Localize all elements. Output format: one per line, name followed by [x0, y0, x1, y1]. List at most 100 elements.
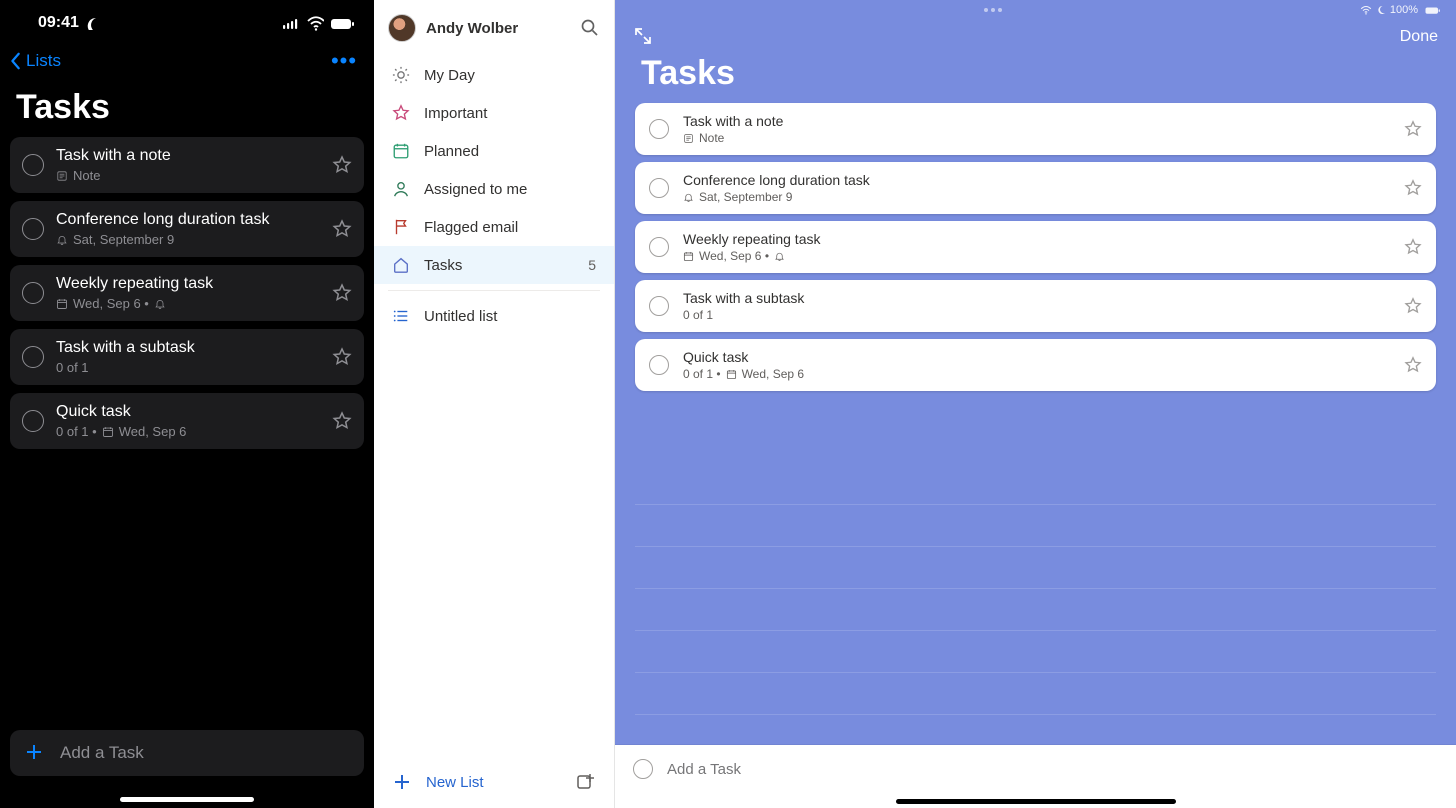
add-task-input[interactable]: Add a Task — [615, 745, 1456, 793]
sidebar-item-assigned to me[interactable]: Assigned to me — [374, 170, 614, 208]
wifi-icon — [306, 15, 324, 31]
star-icon[interactable] — [332, 283, 352, 303]
calendar-icon — [726, 369, 737, 380]
complete-toggle[interactable] — [649, 296, 669, 316]
calendar-icon — [56, 298, 68, 310]
flag-icon — [392, 218, 410, 236]
task-sub-text: Note — [73, 168, 100, 183]
task-sub-text: 0 of 1 • — [56, 424, 97, 439]
task-row[interactable]: Quick task 0 of 1 • Wed, Sep 6 — [10, 393, 364, 449]
sidebar-item-label: Planned — [424, 143, 479, 160]
star-icon[interactable] — [1404, 356, 1422, 374]
star-icon[interactable] — [332, 411, 352, 431]
task-sub-text: 0 of 1 • — [683, 367, 721, 381]
moon-icon — [1376, 5, 1386, 15]
sidebar-smart-lists: My Day Important Planned Assigned to me — [374, 48, 614, 756]
complete-toggle[interactable] — [22, 218, 44, 240]
star-icon[interactable] — [1404, 238, 1422, 256]
user-name[interactable]: Andy Wolber — [426, 20, 570, 37]
task-row[interactable]: Task with a subtask 0 of 1 — [635, 280, 1436, 332]
phone-task-list[interactable]: Task with a note Note Conference long du… — [0, 137, 374, 730]
bell-icon — [154, 298, 166, 310]
task-sub-trail: Wed, Sep 6 — [742, 367, 804, 381]
sidebar-item-label: Untitled list — [424, 308, 497, 325]
more-icon: ••• — [331, 48, 357, 74]
list-icon — [392, 307, 410, 325]
moon-icon — [83, 16, 97, 30]
task-row[interactable]: Task with a note Note — [635, 103, 1436, 155]
star-icon — [392, 104, 410, 122]
sidebar-item-count: 5 — [588, 257, 596, 273]
star-icon[interactable] — [1404, 297, 1422, 315]
complete-toggle[interactable] — [22, 410, 44, 432]
sidebar-item-label: Important — [424, 105, 487, 122]
task-row[interactable]: Weekly repeating task Wed, Sep 6 • — [10, 265, 364, 321]
task-row[interactable]: Quick task 0 of 1 • Wed, Sep 6 — [635, 339, 1436, 391]
sidebar-item-label: Assigned to me — [424, 181, 527, 198]
task-row[interactable]: Conference long duration task Sat, Septe… — [10, 201, 364, 257]
bell-icon — [683, 192, 694, 203]
battery-icon — [1422, 5, 1444, 15]
complete-toggle[interactable] — [22, 346, 44, 368]
done-button[interactable]: Done — [1400, 28, 1438, 46]
star-icon[interactable] — [1404, 120, 1422, 138]
task-title: Task with a subtask — [683, 290, 1390, 306]
task-title: Task with a note — [683, 113, 1390, 129]
add-task-label: Add a Task — [60, 743, 144, 763]
task-title: Quick task — [683, 349, 1390, 365]
task-row[interactable]: Task with a note Note — [10, 137, 364, 193]
more-button[interactable]: ••• — [330, 47, 358, 75]
complete-toggle[interactable] — [22, 154, 44, 176]
task-title: Weekly repeating task — [56, 275, 320, 293]
note-icon — [683, 133, 694, 144]
calendar-icon — [683, 251, 694, 262]
calendar-icon — [392, 142, 410, 160]
sidebar-item-important[interactable]: Important — [374, 94, 614, 132]
sun-icon — [392, 66, 410, 84]
background-rules — [635, 463, 1436, 735]
star-icon[interactable] — [332, 155, 352, 175]
sidebar-item-label: Tasks — [424, 257, 462, 274]
search-icon[interactable] — [580, 18, 600, 38]
task-sub-text: 0 of 1 — [56, 360, 89, 375]
task-sub-text: Note — [699, 131, 724, 145]
avatar[interactable] — [388, 14, 416, 42]
complete-toggle[interactable] — [649, 178, 669, 198]
complete-toggle[interactable] — [649, 355, 669, 375]
complete-toggle[interactable] — [649, 119, 669, 139]
task-sub-trail: Wed, Sep 6 — [119, 424, 187, 439]
add-task-button[interactable]: Add a Task — [10, 730, 364, 776]
task-row[interactable]: Task with a subtask 0 of 1 — [10, 329, 364, 385]
phone-panel: 09:41 Lists ••• Tasks Task with a note — [0, 0, 374, 808]
content-task-list[interactable]: Task with a note Note Conference long du… — [615, 103, 1456, 745]
complete-toggle[interactable] — [22, 282, 44, 304]
task-row[interactable]: Weekly repeating task Wed, Sep 6 • — [635, 221, 1436, 273]
expand-icon[interactable] — [633, 26, 655, 48]
drag-handle-icon[interactable] — [984, 8, 1002, 12]
cellular-icon — [282, 16, 300, 30]
sidebar-item-label: Flagged email — [424, 219, 518, 236]
chevron-left-icon — [10, 52, 22, 70]
status-battery: 100% — [1390, 4, 1418, 16]
phone-title: Tasks — [0, 80, 374, 137]
home-icon — [392, 256, 410, 274]
new-list-button[interactable]: New List — [426, 774, 484, 791]
back-button[interactable]: Lists — [10, 51, 61, 71]
task-row[interactable]: Conference long duration task Sat, Septe… — [635, 162, 1436, 214]
sidebar-panel: Andy Wolber My Day Important Planned — [374, 0, 615, 808]
task-title: Conference long duration task — [56, 211, 320, 229]
sidebar-item-tasks[interactable]: Tasks 5 — [374, 246, 614, 284]
task-circle-icon — [633, 759, 653, 779]
sidebar-item-flagged email[interactable]: Flagged email — [374, 208, 614, 246]
task-sub-text: Wed, Sep 6 • — [73, 296, 149, 311]
sidebar-item-my day[interactable]: My Day — [374, 56, 614, 94]
sidebar-item-planned[interactable]: Planned — [374, 132, 614, 170]
complete-toggle[interactable] — [649, 237, 669, 257]
star-icon[interactable] — [332, 219, 352, 239]
add-group-icon[interactable] — [576, 772, 596, 792]
sidebar-list-item[interactable]: Untitled list — [374, 297, 614, 335]
status-time: 09:41 — [38, 14, 79, 32]
star-icon[interactable] — [1404, 179, 1422, 197]
note-icon — [56, 170, 68, 182]
star-icon[interactable] — [332, 347, 352, 367]
